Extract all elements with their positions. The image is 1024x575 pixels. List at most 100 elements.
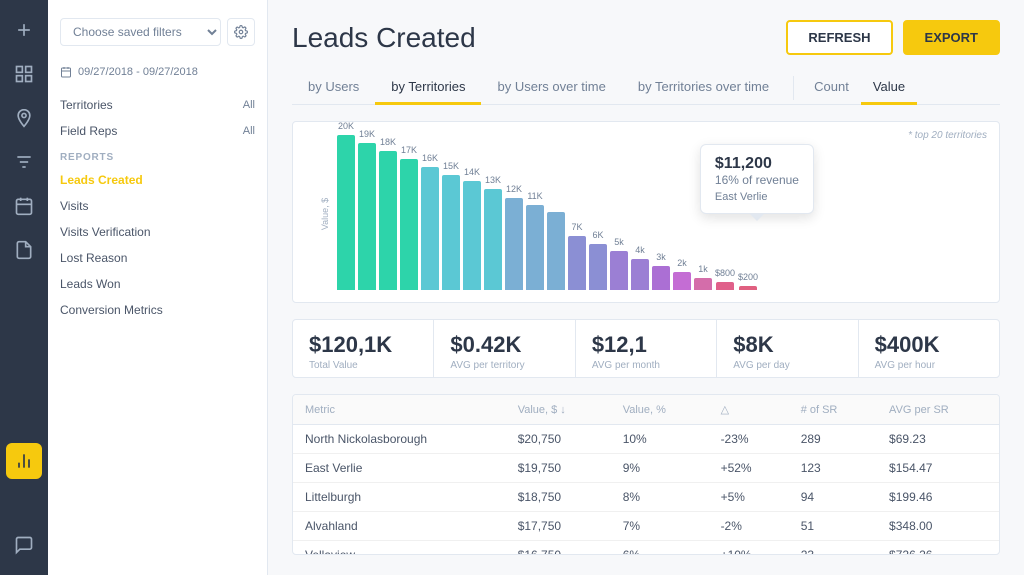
bar-rect	[526, 205, 544, 290]
bar-item[interactable]: 7K	[568, 222, 586, 290]
nav-calendar-icon[interactable]	[6, 188, 42, 224]
chart-tooltip: $11,200 16% of revenue East Verlie	[700, 144, 814, 214]
tab-by-territories-over-time[interactable]: by Territories over time	[622, 71, 785, 105]
sidebar: Choose saved filters 09/27/2018 - 09/27/…	[48, 0, 268, 575]
tab-count[interactable]: Count	[802, 71, 861, 105]
bar-item[interactable]: 6K	[589, 230, 607, 290]
table-column-header: Metric	[293, 395, 506, 425]
tooltip-value: $11,200	[715, 155, 799, 173]
bar-item[interactable]: 20K	[337, 121, 355, 290]
bar-rect	[673, 272, 691, 290]
bar-item[interactable]: 18K	[379, 137, 397, 290]
bar-item[interactable]: 4k	[631, 245, 649, 290]
nav-document-icon[interactable]	[6, 232, 42, 268]
table-column-header: Value, $ ↓	[506, 395, 611, 425]
bar-item[interactable]: $800	[715, 268, 735, 290]
sr-cell: 51	[789, 512, 877, 541]
value-cell: $20,750	[506, 425, 611, 454]
bar-item[interactable]: 3k	[652, 252, 670, 290]
table-column-header: Value, %	[611, 395, 709, 425]
sidebar-item-visits-verification[interactable]: Visits Verification	[48, 219, 267, 245]
bar-item[interactable]: 5k	[610, 237, 628, 290]
nav-chat-icon[interactable]	[6, 527, 42, 563]
bar-item[interactable]: $200	[738, 272, 758, 290]
bar-value-label: 20K	[338, 121, 354, 131]
sidebar-item-visits[interactable]: Visits	[48, 193, 267, 219]
bar-value-label: 5k	[614, 237, 624, 247]
bar-rect	[739, 286, 757, 290]
tab-divider	[793, 76, 794, 100]
field-reps-filter[interactable]: Field Reps All	[48, 118, 267, 144]
avg-cell: $69.23	[877, 425, 999, 454]
avg-cell: $199.46	[877, 483, 999, 512]
sr-cell: 94	[789, 483, 877, 512]
stat-value: $400K	[875, 332, 983, 358]
bar-value-label: 1k	[698, 264, 708, 274]
bar-item[interactable]: 17K	[400, 145, 418, 290]
nav-plus-icon[interactable]	[6, 12, 42, 48]
value-cell: $18,750	[506, 483, 611, 512]
chart-area: Value, $ 20K19K18K17K16K15K14K13K12K11K7…	[309, 134, 983, 294]
left-navigation	[0, 0, 48, 575]
bar-item[interactable]: 1k	[694, 264, 712, 290]
date-range: 09/27/2018 - 09/27/2018	[48, 60, 267, 84]
table-column-header: AVG per SR	[877, 395, 999, 425]
bar-value-label: 15K	[443, 161, 459, 171]
bar-item[interactable]: 11K	[526, 191, 544, 290]
export-button[interactable]: EXPORT	[903, 20, 1000, 55]
nav-chart-icon[interactable]	[6, 443, 42, 479]
sidebar-item-leads-created[interactable]: Leads Created	[48, 167, 267, 193]
settings-button[interactable]	[227, 18, 255, 46]
stat-item: $12,1AVG per month	[576, 320, 717, 377]
metric-cell: Alvahland	[293, 512, 506, 541]
tab-by-territories[interactable]: by Territories	[375, 71, 481, 105]
bar-rect	[379, 151, 397, 290]
stat-value: $12,1	[592, 332, 700, 358]
bar-item[interactable]: 2k	[673, 258, 691, 290]
table-column-header: # of SR	[789, 395, 877, 425]
chart-container: * top 20 territories Value, $ 20K19K18K1…	[292, 121, 1000, 303]
pct-cell: 7%	[611, 512, 709, 541]
sr-cell: 23	[789, 541, 877, 555]
reports-label: REPORTS	[48, 144, 267, 167]
nav-filter-icon[interactable]	[6, 144, 42, 180]
bar-rect	[337, 135, 355, 290]
bar-rect	[505, 198, 523, 290]
bar-rect	[610, 251, 628, 290]
bar-item[interactable]	[547, 208, 565, 290]
stat-item: $120,1KTotal Value	[293, 320, 434, 377]
stat-value: $120,1K	[309, 332, 417, 358]
territories-filter[interactable]: Territories All	[48, 92, 267, 118]
saved-filters-select[interactable]: Choose saved filters	[60, 18, 221, 46]
table-row: Alvahland$17,7507%-2%51$348.00	[293, 512, 999, 541]
tab-by-users[interactable]: by Users	[292, 71, 375, 105]
bar-item[interactable]: 14K	[463, 167, 481, 290]
sr-cell: 123	[789, 454, 877, 483]
avg-cell: $348.00	[877, 512, 999, 541]
bar-rect	[652, 266, 670, 290]
tab-value[interactable]: Value	[861, 71, 917, 105]
sidebar-item-lost-reason[interactable]: Lost Reason	[48, 245, 267, 271]
nav-location-icon[interactable]	[6, 100, 42, 136]
nav-grid-icon[interactable]	[6, 56, 42, 92]
stat-value: $8K	[733, 332, 841, 358]
bar-item[interactable]: 19K	[358, 129, 376, 290]
bar-item[interactable]: 12K	[505, 184, 523, 290]
pct-cell: 9%	[611, 454, 709, 483]
metric-cell: Littelburgh	[293, 483, 506, 512]
bar-item[interactable]: 16K	[421, 153, 439, 290]
stat-item: $8K AVG per day	[717, 320, 858, 377]
stat-item: $400KAVG per hour	[859, 320, 999, 377]
bar-rect	[484, 189, 502, 290]
bar-rect	[463, 181, 481, 290]
bar-value-label: 7K	[571, 222, 582, 232]
bar-item[interactable]: 15K	[442, 161, 460, 290]
sidebar-item-conversion-metrics[interactable]: Conversion Metrics	[48, 297, 267, 323]
refresh-button[interactable]: REFRESH	[786, 20, 892, 55]
stat-label: AVG per day	[733, 360, 841, 371]
bar-item[interactable]: 13K	[484, 175, 502, 290]
sidebar-item-leads-won[interactable]: Leads Won	[48, 271, 267, 297]
bar-value-label: 14K	[464, 167, 480, 177]
delta-cell: +52%	[709, 454, 789, 483]
tab-by-users-over-time[interactable]: by Users over time	[481, 71, 621, 105]
